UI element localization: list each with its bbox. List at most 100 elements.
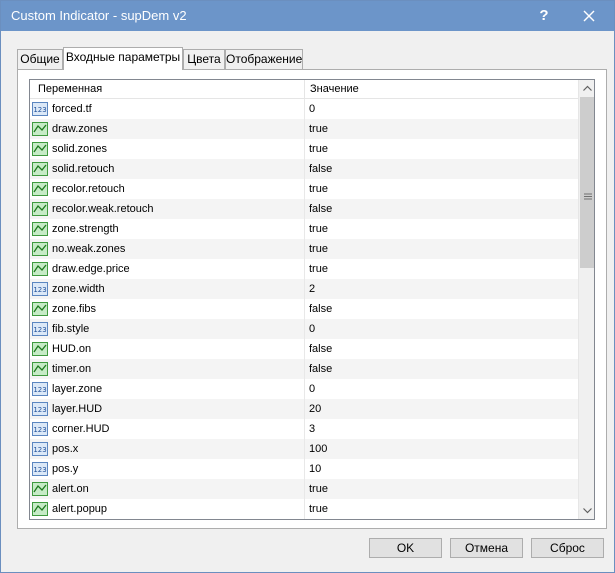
numeric-icon: 123 <box>32 282 48 296</box>
bool-icon <box>32 302 48 316</box>
bool-icon <box>32 262 48 276</box>
svg-text:123: 123 <box>33 106 46 114</box>
parameter-name: draw.zones <box>52 123 108 135</box>
table-row[interactable]: 123 fib.style 0 <box>30 319 578 339</box>
title-bar[interactable]: Custom Indicator - supDem v2 ? <box>1 1 614 31</box>
table-row[interactable]: solid.retouch false <box>30 159 578 179</box>
table-row[interactable]: zone.strength true <box>30 219 578 239</box>
parameter-name: fib.style <box>52 323 90 335</box>
parameter-value[interactable]: true <box>309 479 328 499</box>
column-header-value[interactable]: Значение <box>310 80 359 98</box>
parameter-name: solid.retouch <box>52 163 115 175</box>
bool-icon <box>32 362 48 376</box>
table-row[interactable]: 123 zone.width 2 <box>30 279 578 299</box>
parameter-value[interactable]: false <box>309 159 332 179</box>
parameter-value[interactable]: true <box>309 499 328 519</box>
table-row[interactable]: recolor.retouch true <box>30 179 578 199</box>
parameter-name: layer.HUD <box>52 403 103 415</box>
tab-general[interactable]: Общие <box>17 49 63 69</box>
parameter-name: zone.fibs <box>52 303 97 315</box>
parameter-value[interactable]: 0 <box>309 379 315 399</box>
svg-text:123: 123 <box>33 326 46 334</box>
parameter-value[interactable]: 20 <box>309 399 321 419</box>
table-row[interactable]: 123 forced.tf 0 <box>30 99 578 119</box>
bool-icon <box>32 502 48 516</box>
bool-icon <box>32 162 48 176</box>
table-row[interactable]: 123 corner.HUD 3 <box>30 419 578 439</box>
table-row[interactable]: 123 pos.y 10 <box>30 459 578 479</box>
parameter-name: corner.HUD <box>52 423 110 435</box>
close-icon <box>583 10 595 22</box>
close-button[interactable] <box>577 5 601 27</box>
bool-icon <box>32 142 48 156</box>
parameter-value[interactable]: false <box>309 299 332 319</box>
numeric-icon: 123 <box>32 462 48 476</box>
bool-icon <box>32 242 48 256</box>
parameter-value[interactable]: false <box>309 199 332 219</box>
parameter-name: timer.on <box>52 363 92 375</box>
dialog-window: Custom Indicator - supDem v2 ? Общие Вхо… <box>0 0 615 573</box>
parameter-name: pos.y <box>52 463 79 475</box>
window-title: Custom Indicator - supDem v2 <box>11 8 187 23</box>
help-button[interactable]: ? <box>533 5 555 27</box>
ok-button[interactable]: OK <box>369 538 442 558</box>
scroll-down-icon[interactable] <box>579 502 595 519</box>
table-row[interactable]: alert.popup true <box>30 499 578 519</box>
parameter-name: recolor.retouch <box>52 183 125 195</box>
parameter-value[interactable]: true <box>309 219 328 239</box>
parameter-value[interactable]: true <box>309 179 328 199</box>
svg-text:123: 123 <box>33 446 46 454</box>
parameter-name: layer.zone <box>52 383 103 395</box>
parameter-value[interactable]: true <box>309 119 328 139</box>
table-row[interactable]: draw.zones true <box>30 119 578 139</box>
parameter-name: draw.edge.price <box>52 263 130 275</box>
parameter-value[interactable]: false <box>309 339 332 359</box>
numeric-icon: 123 <box>32 422 48 436</box>
svg-text:123: 123 <box>33 286 46 294</box>
parameter-value[interactable]: true <box>309 259 328 279</box>
bool-icon <box>32 482 48 496</box>
parameter-name: no.weak.zones <box>52 243 126 255</box>
numeric-icon: 123 <box>32 102 48 116</box>
table-row[interactable]: zone.fibs false <box>30 299 578 319</box>
parameter-value[interactable]: 10 <box>309 459 321 479</box>
parameters-grid: Переменная Значение 123 forced.tf 0 draw.zo… <box>29 79 595 520</box>
scroll-up-icon[interactable] <box>579 80 595 97</box>
svg-text:123: 123 <box>33 426 46 434</box>
table-row[interactable]: timer.on false <box>30 359 578 379</box>
table-row[interactable]: solid.zones true <box>30 139 578 159</box>
table-row[interactable]: no.weak.zones true <box>30 239 578 259</box>
tab-colors[interactable]: Цвета <box>183 49 225 69</box>
reset-button[interactable]: Сброс <box>531 538 604 558</box>
parameter-name: alert.on <box>52 483 89 495</box>
tab-visualization[interactable]: Отображение <box>225 49 303 69</box>
column-header-variable[interactable]: Переменная <box>38 80 102 98</box>
parameter-value[interactable]: 0 <box>309 99 315 119</box>
parameter-name: recolor.weak.retouch <box>52 203 154 215</box>
table-row[interactable]: draw.edge.price true <box>30 259 578 279</box>
svg-text:123: 123 <box>33 466 46 474</box>
parameter-name: forced.tf <box>52 103 92 115</box>
tab-inputs[interactable]: Входные параметры <box>63 47 183 70</box>
scrollbar-thumb[interactable] <box>580 97 594 268</box>
svg-text:123: 123 <box>33 406 46 414</box>
parameter-value[interactable]: 2 <box>309 279 315 299</box>
table-row[interactable]: alert.on true <box>30 479 578 499</box>
parameter-value[interactable]: false <box>309 359 332 379</box>
bool-icon <box>32 342 48 356</box>
parameter-value[interactable]: 0 <box>309 319 315 339</box>
table-row[interactable]: recolor.weak.retouch false <box>30 199 578 219</box>
parameter-value[interactable]: 100 <box>309 439 327 459</box>
parameter-value[interactable]: 3 <box>309 419 315 439</box>
table-row[interactable]: 123 pos.x 100 <box>30 439 578 459</box>
table-row[interactable]: 123 layer.zone 0 <box>30 379 578 399</box>
bool-icon <box>32 182 48 196</box>
table-row[interactable]: 123 layer.HUD 20 <box>30 399 578 419</box>
table-row[interactable]: HUD.on false <box>30 339 578 359</box>
svg-text:123: 123 <box>33 386 46 394</box>
parameter-name: zone.width <box>52 283 105 295</box>
vertical-scrollbar[interactable] <box>578 80 595 519</box>
cancel-button[interactable]: Отмена <box>450 538 523 558</box>
parameter-value[interactable]: true <box>309 139 328 159</box>
parameter-value[interactable]: true <box>309 239 328 259</box>
